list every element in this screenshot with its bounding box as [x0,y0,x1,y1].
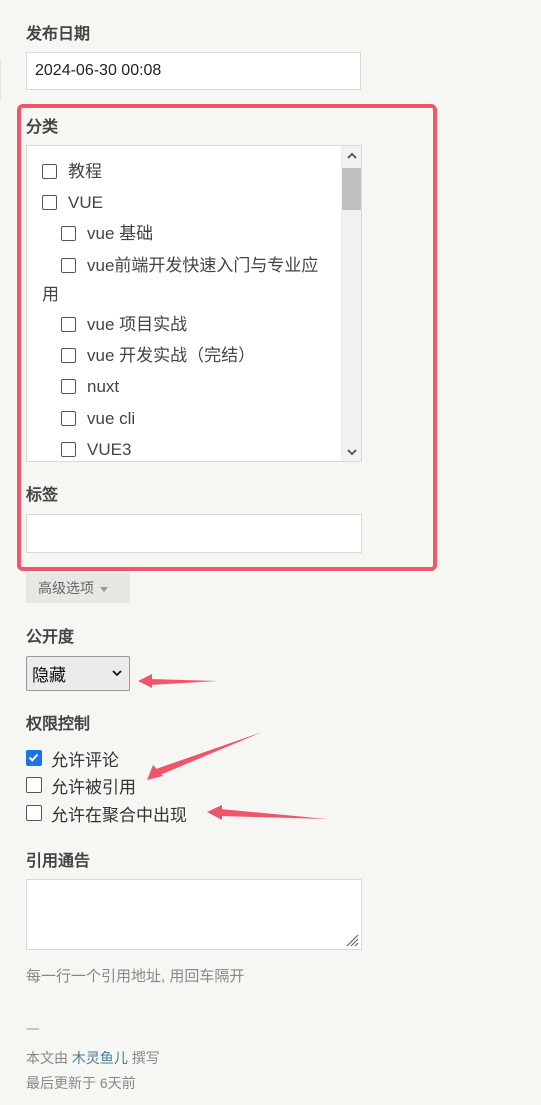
last-updated: 最后更新于 6天前 [26,1075,136,1091]
resize-grip-icon[interactable] [345,933,359,947]
arrow-icon [147,732,262,780]
trackback-label: 引用通告 [26,851,91,870]
trackback-hint: 每一行一个引用地址, 用回车隔开 [26,968,245,985]
author-suffix: 撰写 [131,1050,160,1066]
trackback-textarea[interactable] [26,879,362,950]
author-line: 本文由 木灵鱼儿 撰写 [26,1048,160,1068]
author-prefix: 本文由 [26,1050,68,1066]
author-link[interactable]: 木灵鱼儿 [72,1050,128,1066]
arrow-icon [207,805,327,820]
footer-divider: — [26,1021,40,1037]
arrow-icon [138,674,217,688]
